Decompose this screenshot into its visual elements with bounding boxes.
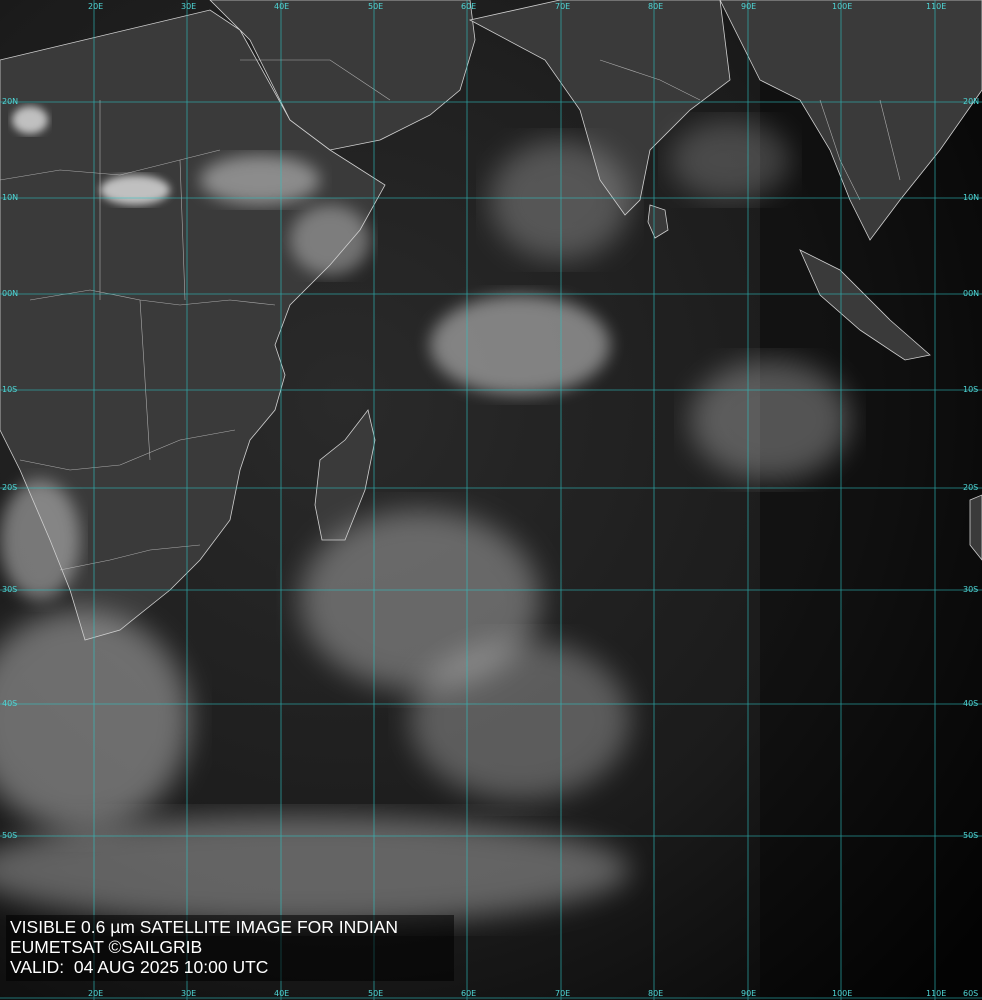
lat-label-20n: 20N xyxy=(2,97,18,106)
lat-label-40s: 40S xyxy=(2,699,17,708)
cloud-swirl-east xyxy=(690,360,850,480)
lat-label-right-40s: 40S xyxy=(963,699,978,708)
lon-label-80e: 80E xyxy=(648,2,663,11)
lon-label-50e: 50E xyxy=(368,2,383,11)
cloud-north-africa xyxy=(12,106,48,134)
cloud-cape xyxy=(0,480,80,600)
caption-valid-time-line: VALID: 04 AUG 2025 10:00 UTC xyxy=(10,957,269,977)
lat-label-10n: 10N xyxy=(2,193,18,202)
lon-label-90e: 90E xyxy=(741,2,756,11)
lat-label-10s: 10S xyxy=(2,385,17,394)
lon-label-bottom-20e: 20E xyxy=(88,989,103,998)
lon-label-70e: 70E xyxy=(555,2,570,11)
lat-label-right-50s: 50S xyxy=(963,831,978,840)
lat-label-right-60s: 60S xyxy=(963,989,978,998)
lon-label-30e: 30E xyxy=(181,2,196,11)
lat-label-00n: 00N xyxy=(2,289,18,298)
cloud-sahel xyxy=(100,175,170,205)
lon-label-bottom-80e: 80E xyxy=(648,989,663,998)
lon-label-60e: 60E xyxy=(461,2,476,11)
lon-label-bottom-100e: 100E xyxy=(832,989,852,998)
lon-label-bottom-70e: 70E xyxy=(555,989,570,998)
lon-label-bottom-30e: 30E xyxy=(181,989,196,998)
lon-label-40e: 40E xyxy=(274,2,289,11)
lon-label-bottom-90e: 90E xyxy=(741,989,756,998)
lon-label-20e: 20E xyxy=(88,2,103,11)
caption-source-line: EUMETSAT ©SAILGRIB xyxy=(10,937,203,957)
lat-label-right-20n: 20N xyxy=(963,97,979,106)
lon-label-110e: 110E xyxy=(926,2,946,11)
lat-label-right-00n: 00N xyxy=(963,289,979,298)
satellite-map: 20E 30E 40E 50E 60E 70E 80E 90E 100E 110… xyxy=(0,0,982,1000)
lat-label-50s: 50S xyxy=(2,831,17,840)
lat-label-right-10n: 10N xyxy=(963,193,979,202)
cloud-somalia xyxy=(290,205,370,275)
caption-product-line: VISIBLE 0.6 µm SATELLITE IMAGE FOR INDIA… xyxy=(10,917,399,937)
cloud-bay-of-bengal xyxy=(670,120,790,200)
lon-label-bottom-50e: 50E xyxy=(368,989,383,998)
cloud-ethiopia xyxy=(200,155,320,205)
cloud-swirl-central xyxy=(430,295,610,395)
lat-label-20s: 20S xyxy=(2,483,17,492)
image-caption: VISIBLE 0.6 µm SATELLITE IMAGE FOR INDIA… xyxy=(6,915,454,981)
lon-label-bottom-110e: 110E xyxy=(926,989,946,998)
cloud-band-south-2 xyxy=(410,640,630,800)
lon-label-bottom-60e: 60E xyxy=(461,989,476,998)
cloud-arabian-sea xyxy=(490,140,630,260)
lat-label-right-10s: 10S xyxy=(963,385,978,394)
lon-label-bottom-40e: 40E xyxy=(274,989,289,998)
lon-label-100e: 100E xyxy=(832,2,852,11)
lat-label-right-20s: 20S xyxy=(963,483,978,492)
lat-label-30s: 30S xyxy=(2,585,17,594)
cloud-band-southern-ocean xyxy=(0,815,630,925)
lat-label-right-30s: 30S xyxy=(963,585,978,594)
